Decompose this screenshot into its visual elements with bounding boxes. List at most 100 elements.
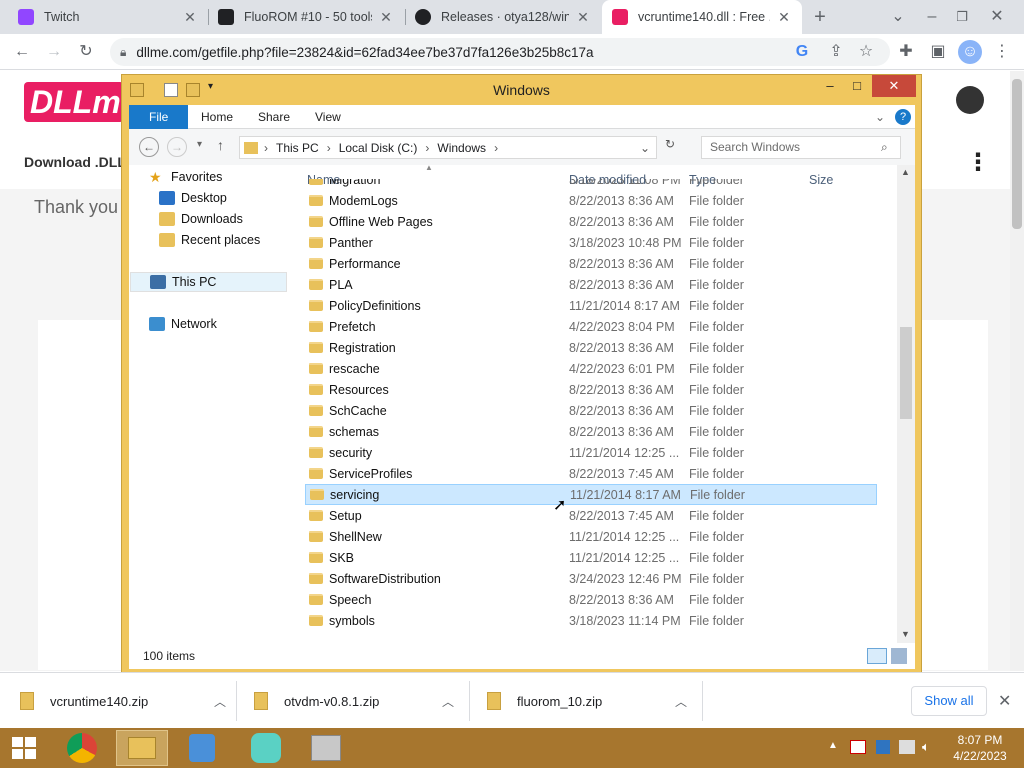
refresh-icon[interactable]: ↻ bbox=[665, 137, 675, 151]
tab-home[interactable]: Home bbox=[189, 105, 245, 129]
start-button[interactable] bbox=[0, 730, 48, 766]
list-item[interactable]: Offline Web Pages 8/22/2013 8:36 AM File f… bbox=[305, 211, 877, 232]
nav-download-dll[interactable]: Download .DLL bbox=[24, 154, 126, 170]
list-item[interactable]: Performance 8/22/2013 8:36 AM File folder bbox=[305, 253, 877, 274]
network-icon[interactable] bbox=[899, 740, 915, 754]
menu-dots-icon[interactable]: ⋮ bbox=[990, 40, 1014, 64]
forward-icon[interactable]: → bbox=[167, 137, 187, 157]
back-icon[interactable]: ← bbox=[139, 137, 159, 157]
search-input[interactable]: Search Windows bbox=[701, 136, 901, 159]
help-icon[interactable]: ? bbox=[895, 109, 911, 125]
list-item[interactable]: PolicyDefinitions 11/21/2014 8:17 AM File … bbox=[305, 295, 877, 316]
bluetooth-icon[interactable] bbox=[876, 740, 890, 754]
tab-file[interactable]: File bbox=[129, 105, 189, 129]
download-item[interactable]: otvdm-v0.8.1.zip ︿ bbox=[254, 673, 454, 729]
tab-twitch[interactable]: Twitch ✕ bbox=[8, 0, 208, 34]
list-item[interactable]: rescache 4/22/2023 6:01 PM File folder bbox=[305, 358, 877, 379]
breadcrumb[interactable]: › This PC › Local Disk (C:) › Windows › … bbox=[239, 136, 657, 159]
list-item[interactable]: PLA 8/22/2013 8:36 AM File folder bbox=[305, 274, 877, 295]
scroll-down-icon[interactable]: ▼ bbox=[901, 629, 910, 639]
list-item[interactable]: symbols 3/18/2023 11:14 PM File folder bbox=[305, 610, 877, 631]
list-item[interactable]: SKB 11/21/2014 12:25 ... File folder bbox=[305, 547, 877, 568]
download-item[interactable]: fluorom_10.zip ︿ bbox=[487, 673, 687, 729]
title-bar[interactable]: ▾ Windows – □ ✕ bbox=[122, 75, 921, 105]
chevron-down-icon[interactable]: ⌄ bbox=[886, 5, 910, 29]
close-icon[interactable]: ✕ bbox=[575, 9, 591, 26]
chevron-up-icon[interactable]: ︿ bbox=[442, 693, 454, 710]
tab-view[interactable]: View bbox=[303, 105, 353, 129]
volume-icon[interactable]: 🔈︎ bbox=[922, 739, 930, 755]
breadcrumb-local-disk[interactable]: Local Disk (C:) bbox=[339, 141, 418, 155]
action-center-icon[interactable] bbox=[850, 740, 866, 754]
show-hidden-icons[interactable]: ▲ bbox=[828, 740, 838, 751]
list-item[interactable]: schemas 8/22/2013 8:36 AM File folder bbox=[305, 421, 877, 442]
google-icon[interactable]: G bbox=[790, 40, 814, 64]
app-taskbar-button[interactable] bbox=[240, 730, 292, 766]
close-icon[interactable]: ✕ bbox=[182, 9, 198, 26]
minimize-button[interactable]: – bbox=[920, 5, 944, 29]
extensions-icon[interactable]: ✚ bbox=[894, 40, 918, 64]
reload-icon[interactable]: ↻ bbox=[74, 40, 98, 64]
file-list-scrollbar[interactable]: ▲ ▼ bbox=[897, 165, 915, 643]
tab-vcruntime[interactable]: vcruntime140.dll : Free .D ✕ bbox=[602, 0, 802, 34]
close-button[interactable]: ✕ bbox=[872, 75, 916, 97]
site-logo[interactable]: DLLme bbox=[24, 82, 124, 122]
scrollbar-thumb[interactable] bbox=[900, 327, 912, 419]
restore-button[interactable]: ❐ bbox=[950, 5, 974, 29]
list-item[interactable]: Resources 8/22/2013 8:36 AM File folder bbox=[305, 379, 877, 400]
tab-github-releases[interactable]: Releases · otya128/winev ✕ bbox=[405, 0, 601, 34]
side-panel-icon[interactable]: ▣ bbox=[926, 40, 950, 64]
list-item[interactable]: ShellNew 11/21/2014 12:25 ... File folder bbox=[305, 526, 877, 547]
tab-fluorom[interactable]: FluoROM #10 - 50 tools ✕ bbox=[208, 0, 404, 34]
new-tab-button[interactable]: + bbox=[808, 5, 832, 29]
maximize-button[interactable]: □ bbox=[842, 75, 872, 97]
forward-icon[interactable]: → bbox=[42, 40, 66, 64]
chevron-up-icon[interactable]: ︿ bbox=[214, 693, 226, 710]
back-icon[interactable]: ← bbox=[10, 40, 34, 64]
list-item[interactable]: SoftwareDistribution 3/24/2023 12:46 PM Fi… bbox=[305, 568, 877, 589]
list-item[interactable]: Prefetch 4/22/2023 8:04 PM File folder bbox=[305, 316, 877, 337]
close-window-button[interactable]: ✕ bbox=[985, 5, 1009, 29]
list-item[interactable]: Setup 8/22/2013 7:45 AM File folder bbox=[305, 505, 877, 526]
close-icon[interactable]: ✕ bbox=[378, 9, 394, 26]
chrome-taskbar-button[interactable] bbox=[56, 730, 108, 766]
address-bar[interactable]: 🔒︎ dllme.com/getfile.php?file=23824&id=6… bbox=[110, 38, 890, 66]
user-account-icon[interactable] bbox=[956, 86, 984, 114]
up-icon[interactable]: ↑ bbox=[217, 137, 224, 153]
download-item[interactable]: vcruntime140.zip ︿ bbox=[20, 673, 226, 729]
list-item[interactable]: servicing 11/21/2014 8:17 AM File folder bbox=[305, 484, 877, 505]
breadcrumb-windows[interactable]: Windows bbox=[437, 141, 486, 155]
file-type: File folder bbox=[689, 340, 744, 355]
breadcrumb-thispc[interactable]: This PC bbox=[276, 141, 319, 155]
close-icon[interactable]: ✕ bbox=[998, 691, 1011, 711]
list-item[interactable]: Panther 3/18/2023 10:48 PM File folder bbox=[305, 232, 877, 253]
list-item[interactable]: ServiceProfiles 8/22/2013 7:45 AM File fol… bbox=[305, 463, 877, 484]
list-item[interactable]: security 11/21/2014 12:25 ... File folder bbox=[305, 442, 877, 463]
system-clock[interactable]: 8:07 PM 4/22/2023 bbox=[940, 732, 1020, 764]
profile-avatar[interactable]: ☺ bbox=[958, 40, 982, 64]
recent-locations-icon[interactable]: ▾ bbox=[197, 139, 202, 150]
list-item[interactable]: Registration 8/22/2013 8:36 AM File folder bbox=[305, 337, 877, 358]
page-scrollbar[interactable] bbox=[1010, 71, 1024, 671]
minimize-button[interactable]: – bbox=[815, 75, 845, 97]
close-icon[interactable]: ✕ bbox=[776, 9, 792, 26]
menu-kebab-icon[interactable]: ⋮ bbox=[966, 148, 990, 177]
tab-share[interactable]: Share bbox=[246, 105, 302, 129]
show-all-button[interactable]: Show all bbox=[911, 686, 987, 716]
chevron-down-icon[interactable]: ⌄ bbox=[640, 141, 650, 155]
chevron-up-icon[interactable]: ︿ bbox=[675, 693, 687, 710]
app-taskbar-button[interactable] bbox=[176, 730, 228, 766]
large-icons-view-icon[interactable] bbox=[891, 648, 907, 664]
list-item[interactable]: SchCache 8/22/2013 8:36 AM File folder bbox=[305, 400, 877, 421]
scrollbar-thumb[interactable] bbox=[1012, 79, 1022, 229]
explorer-taskbar-button[interactable] bbox=[116, 730, 168, 766]
scroll-up-icon[interactable]: ▲ bbox=[901, 167, 910, 177]
app-taskbar-button[interactable] bbox=[300, 730, 352, 766]
details-view-icon[interactable] bbox=[867, 648, 887, 664]
list-item[interactable]: Speech 8/22/2013 8:36 AM File folder bbox=[305, 589, 877, 610]
bookmark-star-icon[interactable]: ☆ bbox=[854, 40, 878, 64]
list-item[interactable]: ModemLogs 8/22/2013 8:36 AM File folder bbox=[305, 190, 877, 211]
list-item[interactable]: Migration 3/18/2023 11:08 PM File folder bbox=[305, 179, 877, 190]
ribbon-expand-icon[interactable]: ⌄ bbox=[875, 110, 885, 124]
share-icon[interactable]: ⇪ bbox=[824, 40, 848, 64]
